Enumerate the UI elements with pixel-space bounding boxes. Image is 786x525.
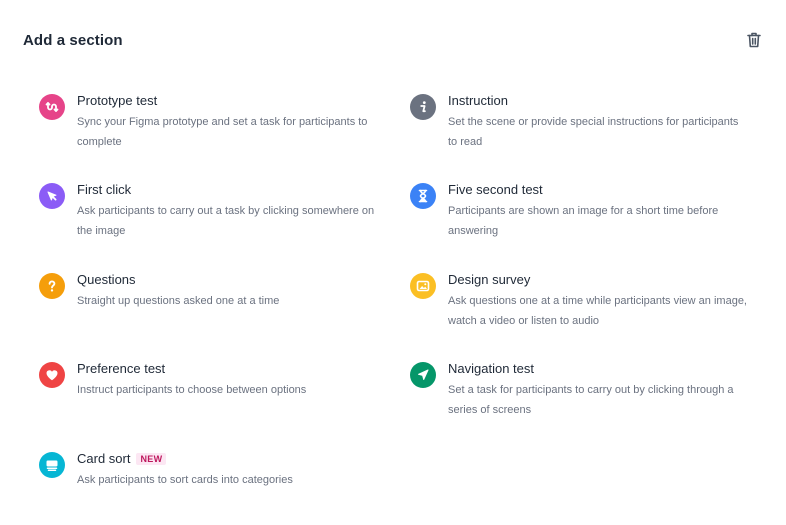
option-title: Five second test (448, 182, 543, 197)
option-title: Navigation test (448, 361, 534, 376)
page-title: Add a section (23, 32, 123, 49)
option-title-text: Card sort (77, 451, 131, 466)
question-icon (39, 273, 65, 299)
option-title: Instruction (448, 93, 508, 108)
prototype-icon (39, 94, 65, 120)
option-title: Questions (77, 272, 136, 287)
option-description: Set a task for participants to carry out… (448, 384, 734, 416)
option-title: Preference test (77, 361, 166, 376)
option-description: Straight up questions asked one at a tim… (77, 295, 280, 307)
navigation-arrow-icon (410, 362, 436, 388)
heart-icon (39, 362, 65, 388)
option-description: Participants are shown an image for a sh… (448, 205, 719, 237)
cards-icon (39, 452, 65, 478)
option-description: Instruct participants to choose between … (77, 384, 307, 396)
option-description: Ask participants to sort cards into cate… (77, 474, 293, 486)
image-icon (410, 273, 436, 299)
new-badge: NEW (136, 453, 167, 465)
option-title: Card sort NEW (77, 451, 167, 466)
option-title: First click (77, 182, 132, 197)
option-description: Ask participants to carry out a task by … (77, 205, 375, 237)
option-title: Prototype test (77, 93, 158, 108)
section-header: Add a section (23, 32, 764, 52)
option-title: Design survey (448, 272, 531, 287)
option-description: Set the scene or provide special instruc… (448, 116, 739, 148)
cursor-icon (39, 183, 65, 209)
info-icon (410, 94, 436, 120)
hourglass-icon (410, 183, 436, 209)
trash-icon[interactable] (746, 31, 762, 49)
option-description: Sync your Figma prototype and set a task… (77, 116, 368, 148)
option-description: Ask questions one at a time while partic… (448, 295, 747, 327)
